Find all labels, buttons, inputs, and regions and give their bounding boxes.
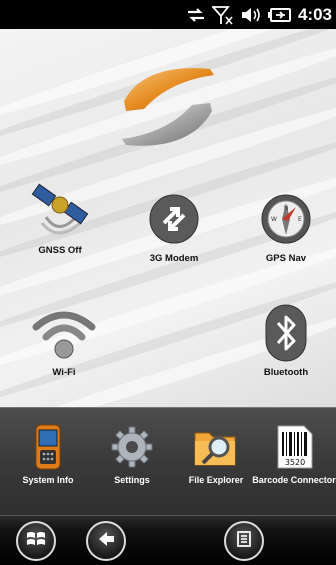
- no-signal-icon: [211, 5, 234, 25]
- app-wifi[interactable]: Wi-Fi: [14, 301, 114, 378]
- clock-time: 4:03: [297, 4, 332, 24]
- app-gps-nav[interactable]: N W E GPS Nav: [236, 187, 336, 264]
- nav-bar: [0, 515, 336, 565]
- barcode-icon: 3520: [269, 422, 319, 472]
- folder-search-icon: [191, 422, 241, 472]
- windows-start-icon: [25, 528, 47, 555]
- dock-settings[interactable]: Settings: [90, 422, 174, 486]
- dock-label: File Explorer: [188, 475, 244, 485]
- app-label: Wi-Fi: [52, 367, 76, 378]
- app-gnss[interactable]: GNSS Off: [10, 179, 110, 256]
- dock-label: Barcode Connector: [252, 475, 336, 485]
- app-label: GPS Nav: [265, 253, 307, 264]
- bluetooth-icon: [254, 301, 318, 365]
- device-icon: [23, 422, 73, 472]
- barcode-number: 3520: [285, 458, 305, 467]
- dock-label: Settings: [114, 475, 150, 485]
- menu-button[interactable]: [224, 521, 264, 561]
- app-label: Bluetooth: [263, 367, 309, 378]
- menu-icon: [233, 528, 255, 555]
- app-label: GNSS Off: [38, 245, 82, 256]
- windows-start-button[interactable]: [16, 521, 56, 561]
- compass-icon: N W E: [254, 187, 318, 251]
- svg-text:E: E: [298, 216, 302, 223]
- status-bar: 4:03: [0, 0, 336, 29]
- dock-label: System Info: [22, 475, 74, 485]
- dock-barcode-connector[interactable]: 3520 Barcode Connector: [252, 422, 336, 486]
- dock-file-explorer[interactable]: File Explorer: [174, 422, 258, 486]
- company-logo: [118, 61, 218, 153]
- svg-text:W: W: [271, 216, 277, 223]
- speaker-icon: [240, 6, 262, 24]
- back-button[interactable]: [86, 521, 126, 561]
- satellite-icon: [28, 179, 92, 243]
- back-arrow-icon: [95, 528, 117, 555]
- dock: System Info Settings File Explorer 3520 …: [0, 407, 336, 515]
- sync-arrows-icon: [186, 7, 206, 23]
- app-3g-modem[interactable]: 3G Modem: [124, 187, 224, 264]
- home-screen: GNSS Off 3G Modem N W E GPS Nav Wi-Fi Bl…: [0, 29, 336, 407]
- app-bluetooth[interactable]: Bluetooth: [236, 301, 336, 378]
- svg-text:N: N: [284, 205, 289, 212]
- dock-system-info[interactable]: System Info: [6, 422, 90, 486]
- modem-sync-icon: [142, 187, 206, 251]
- gear-icon: [107, 422, 157, 472]
- battery-charging-icon: [267, 7, 292, 23]
- app-label: 3G Modem: [149, 253, 199, 264]
- wifi-icon: [32, 301, 96, 365]
